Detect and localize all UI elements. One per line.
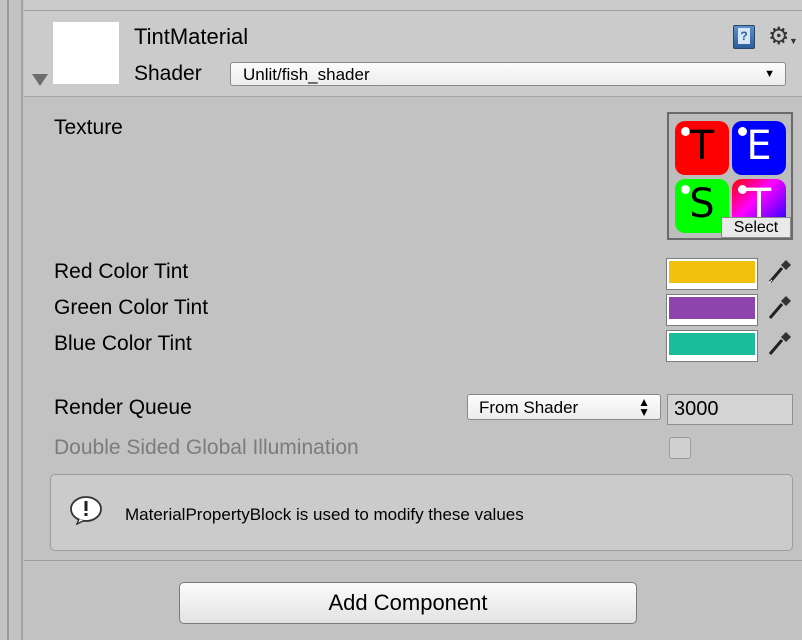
green-tint-swatch[interactable] bbox=[666, 294, 758, 326]
divider bbox=[24, 10, 802, 11]
double-sided-gi-label: Double Sided Global Illumination bbox=[54, 436, 359, 459]
divider bbox=[24, 560, 802, 561]
add-component-button[interactable]: Add Component bbox=[179, 582, 637, 624]
blue-tint-swatch[interactable] bbox=[666, 330, 758, 362]
shader-label: Shader bbox=[134, 62, 202, 85]
foldout-arrow-icon[interactable] bbox=[32, 74, 48, 86]
material-preview bbox=[53, 22, 119, 84]
swatch-fill bbox=[669, 297, 755, 319]
eyedropper-icon[interactable] bbox=[766, 330, 792, 358]
render-queue-mode: From Shader bbox=[479, 398, 579, 417]
eyedropper-icon[interactable] bbox=[766, 294, 792, 322]
help-book-icon[interactable]: ? bbox=[733, 25, 755, 49]
green-tint-label: Green Color Tint bbox=[54, 296, 209, 319]
info-helpbox: MaterialPropertyBlock is used to modify … bbox=[50, 474, 793, 551]
info-icon bbox=[70, 496, 102, 525]
updown-arrow-icon: ▲ ▼ bbox=[638, 395, 650, 419]
red-tint-swatch[interactable] bbox=[666, 258, 758, 290]
panel-edge bbox=[7, 0, 9, 640]
eyedropper-icon[interactable] bbox=[766, 258, 792, 286]
swatch-fill bbox=[669, 261, 755, 283]
red-tint-label: Red Color Tint bbox=[54, 260, 189, 283]
render-queue-label: Render Queue bbox=[54, 396, 192, 419]
texture-label: Texture bbox=[54, 116, 123, 139]
dropdown-arrow-icon: ▼ bbox=[764, 68, 775, 80]
material-title: TintMaterial bbox=[134, 24, 249, 49]
texture-tile: T bbox=[675, 121, 729, 175]
gear-icon[interactable]: ⚙ bbox=[768, 22, 790, 51]
texture-tile: E bbox=[732, 121, 786, 175]
panel-edge bbox=[21, 0, 23, 640]
caret-down-icon: ▼ bbox=[789, 36, 798, 46]
texture-select-button[interactable]: Select bbox=[721, 217, 791, 238]
blue-tint-label: Blue Color Tint bbox=[54, 332, 192, 355]
shader-value: Unlit/fish_shader bbox=[243, 65, 370, 84]
info-message: MaterialPropertyBlock is used to modify … bbox=[125, 505, 524, 524]
shader-dropdown[interactable]: Unlit/fish_shader ▼ bbox=[230, 62, 786, 86]
render-queue-input[interactable]: 3000 bbox=[667, 394, 793, 425]
double-sided-gi-checkbox[interactable] bbox=[669, 437, 691, 459]
swatch-fill bbox=[669, 333, 755, 355]
left-strip bbox=[0, 0, 24, 640]
render-queue-dropdown[interactable]: From Shader ▲ ▼ bbox=[467, 394, 661, 420]
